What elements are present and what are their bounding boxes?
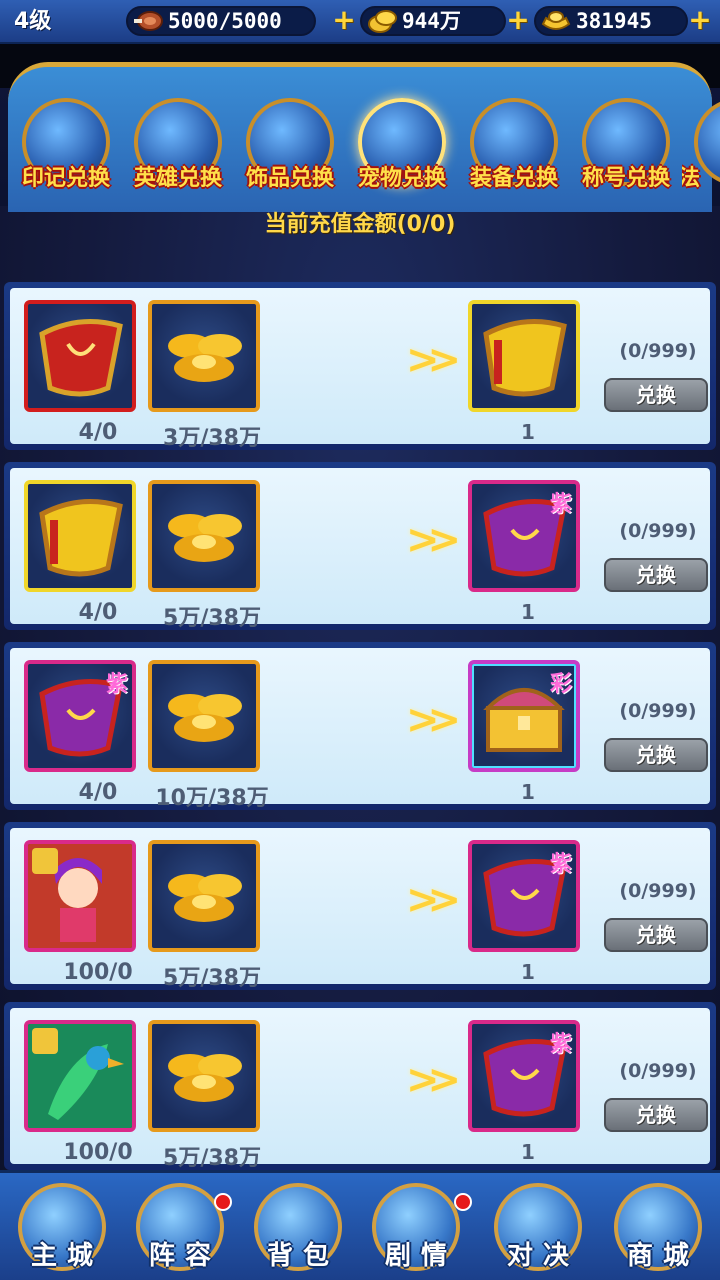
- exchange-row: 100/0 5万/38万 >> 紫 1 (0/999) 兑换: [4, 1002, 716, 1171]
- exchange-limit: (0/999): [619, 1060, 697, 1082]
- gold-ingots-icon[interactable]: [148, 1020, 260, 1132]
- nav-duel[interactable]: 对决: [482, 1173, 594, 1280]
- tab-label: 饰品兑换: [245, 165, 334, 191]
- stamina-display: 5000/5000: [126, 6, 316, 36]
- nav-shop[interactable]: 商城: [602, 1173, 714, 1280]
- exchange-arrow-icon: >>: [406, 1057, 461, 1103]
- nav-main-city[interactable]: 主城: [6, 1173, 118, 1280]
- grade-badge: 紫: [549, 491, 572, 517]
- purple-cape-box-icon[interactable]: 紫: [468, 840, 580, 952]
- fragment-badge-icon: [32, 848, 58, 874]
- grade-badge: 紫: [105, 671, 128, 697]
- tab-label: 宠物兑换: [357, 165, 446, 191]
- exchange-button[interactable]: 兑换: [604, 378, 708, 412]
- gold-ingots-icon[interactable]: [148, 300, 260, 412]
- exchange-limit: (0/999): [619, 880, 697, 902]
- nav-label: 商城: [626, 1241, 699, 1271]
- tab-label: 称号兑换: [581, 165, 670, 191]
- stamina-value: 5000/5000: [168, 9, 282, 33]
- gold-display: 944万: [360, 6, 506, 36]
- gold-ingots-icon[interactable]: [148, 840, 260, 952]
- nav-lineup[interactable]: 阵容: [124, 1173, 236, 1280]
- bottom-navigation: 主城 阵容 背包 剧情 对决 商城: [0, 1170, 720, 1280]
- tab-hero-exchange[interactable]: 英雄兑换: [122, 98, 234, 198]
- gold-coins-icon: [368, 10, 397, 33]
- item-count: 3万/38万: [163, 426, 261, 451]
- reward-count: 1: [521, 960, 535, 984]
- tab-magic-exchange[interactable]: 法: [682, 98, 720, 198]
- top-status-bar: 4级 5000/5000 + 944万 + 381945 +: [0, 0, 720, 44]
- tab-label: 法: [682, 165, 701, 191]
- reward-count: 1: [521, 780, 535, 804]
- purple-cape-box-icon[interactable]: 紫: [468, 480, 580, 592]
- notification-dot: [214, 1193, 232, 1211]
- exchange-arrow-icon: >>: [406, 517, 461, 563]
- notification-dot: [454, 1193, 472, 1211]
- exchange-button[interactable]: 兑换: [604, 558, 708, 592]
- exchange-limit: (0/999): [619, 340, 697, 362]
- nav-label: 剧情: [384, 1241, 457, 1271]
- exchange-limit: (0/999): [619, 520, 697, 542]
- gold-ingot-icon: [541, 11, 571, 30]
- tab-label: 英雄兑换: [133, 165, 222, 191]
- fragment-badge-icon: [32, 1028, 58, 1054]
- purple-cape-box-icon[interactable]: 紫: [24, 660, 136, 772]
- grade-badge: 彩: [549, 671, 572, 697]
- exchange-arrow-icon: >>: [406, 337, 461, 383]
- nav-label: 阵容: [148, 1241, 221, 1271]
- reward-count: 1: [521, 420, 535, 444]
- tab-label: 装备兑换: [469, 165, 558, 191]
- nav-label: 主城: [30, 1241, 103, 1271]
- exchange-limit: (0/999): [619, 700, 697, 722]
- nav-backpack[interactable]: 背包: [242, 1173, 354, 1280]
- tab-seal-exchange[interactable]: 印记兑换: [10, 98, 122, 198]
- ingot-value: 381945: [576, 9, 652, 33]
- item-count: 5万/38万: [163, 966, 261, 991]
- tab-pet-exchange[interactable]: 宠物兑换: [346, 98, 458, 198]
- nav-label: 对决: [506, 1241, 579, 1271]
- exchange-button[interactable]: 兑换: [604, 738, 708, 772]
- item-count: 5万/38万: [163, 1146, 261, 1171]
- exchange-row: 4/0 5万/38万 >> 紫 1 (0/999) 兑换: [4, 462, 716, 631]
- player-level: 4级: [14, 9, 52, 34]
- tab-accessory-exchange[interactable]: 饰品兑换: [234, 98, 346, 198]
- ingot-display: 381945: [534, 6, 688, 36]
- exchange-button[interactable]: 兑换: [604, 918, 708, 952]
- hero-fragment-girl-icon[interactable]: [24, 840, 136, 952]
- yellow-cape-box-icon[interactable]: [24, 480, 136, 592]
- phoenix-fragment-icon[interactable]: [24, 1020, 136, 1132]
- exchange-row: 100/0 5万/38万 >> 紫 1 (0/999) 兑换: [4, 822, 716, 991]
- item-count: 10万/38万: [155, 786, 269, 811]
- tab-title-exchange[interactable]: 称号兑换: [570, 98, 682, 198]
- add-stamina-button[interactable]: +: [332, 6, 356, 34]
- reward-count: 1: [521, 1140, 535, 1164]
- item-count: 5万/38万: [163, 606, 261, 631]
- exchange-arrow-icon: >>: [406, 877, 461, 923]
- tab-label: 印记兑换: [21, 165, 110, 191]
- red-cape-box-icon[interactable]: [24, 300, 136, 412]
- tab-equipment-exchange[interactable]: 装备兑换: [458, 98, 570, 198]
- exchange-arrow-icon: >>: [406, 697, 461, 743]
- grade-badge: 紫: [549, 1031, 572, 1057]
- nav-story[interactable]: 剧情: [360, 1173, 472, 1280]
- treasure-chest-icon[interactable]: 彩: [468, 660, 580, 772]
- exchange-row: 4/0 3万/38万 >> 1 (0/999) 兑换: [4, 282, 716, 451]
- recharge-amount: 当前充值金额(0/0): [264, 212, 456, 237]
- reward-count: 1: [521, 600, 535, 624]
- gold-ingots-icon[interactable]: [148, 480, 260, 592]
- gold-ingots-icon[interactable]: [148, 660, 260, 772]
- meat-icon: [134, 11, 163, 31]
- gold-value: 944万: [402, 9, 461, 33]
- nav-label: 背包: [266, 1241, 339, 1271]
- add-ingot-button[interactable]: +: [688, 6, 712, 34]
- exchange-row: 紫 4/0 10万/38万 >> 彩 1 (0/999) 兑换: [4, 642, 716, 811]
- purple-cape-box-icon[interactable]: 紫: [468, 1020, 580, 1132]
- add-gold-button[interactable]: +: [506, 6, 530, 34]
- yellow-cape-box-icon[interactable]: [468, 300, 580, 412]
- exchange-button[interactable]: 兑换: [604, 1098, 708, 1132]
- grade-badge: 紫: [549, 851, 572, 877]
